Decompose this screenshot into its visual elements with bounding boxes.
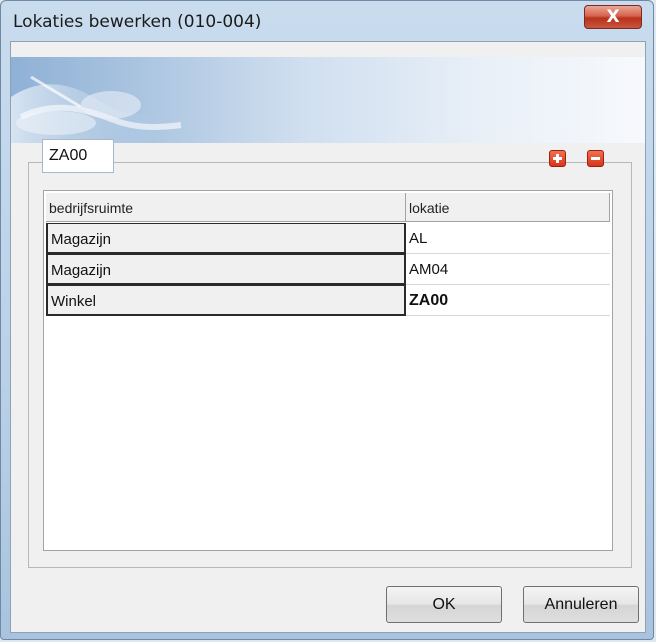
cell-lokatie-selected[interactable]: ZA00: [406, 285, 610, 316]
dialog-window: Lokaties bewerken (010-004) X ZA00 bedri…: [0, 0, 654, 640]
add-icon[interactable]: [549, 150, 566, 167]
minus-bar: [591, 157, 600, 160]
column-header-bedrijfsruimte[interactable]: bedrijfsruimte: [46, 193, 406, 222]
table-row[interactable]: Magazijn AM04: [46, 254, 610, 285]
grid-header: bedrijfsruimte lokatie: [46, 193, 610, 222]
close-icon: X: [606, 7, 620, 27]
header-banner: [11, 57, 645, 143]
table-row[interactable]: Winkel ZA00: [46, 285, 610, 316]
remove-icon[interactable]: [587, 150, 604, 167]
table-row[interactable]: Magazijn AL: [46, 223, 610, 254]
cell-bedrijfsruimte[interactable]: Magazijn: [46, 254, 406, 285]
cell-bedrijfsruimte[interactable]: Magazijn: [46, 223, 406, 254]
location-input[interactable]: ZA00: [42, 139, 114, 173]
cell-bedrijfsruimte[interactable]: Winkel: [46, 285, 406, 316]
locations-grid[interactable]: bedrijfsruimte lokatie Magazijn AL Magaz…: [43, 190, 613, 551]
title-bar[interactable]: Lokaties bewerken (010-004) X: [1, 1, 653, 41]
column-header-lokatie[interactable]: lokatie: [406, 193, 610, 222]
close-button[interactable]: X: [584, 5, 642, 29]
cell-lokatie[interactable]: AM04: [406, 254, 610, 285]
cancel-button[interactable]: Annuleren: [523, 586, 639, 623]
cell-lokatie[interactable]: AL: [406, 223, 610, 254]
plus-vertical: [556, 154, 559, 163]
window-title: Lokaties bewerken (010-004): [13, 12, 262, 32]
ok-button[interactable]: OK: [386, 586, 502, 623]
hand-writing-banner-image: [11, 75, 182, 143]
